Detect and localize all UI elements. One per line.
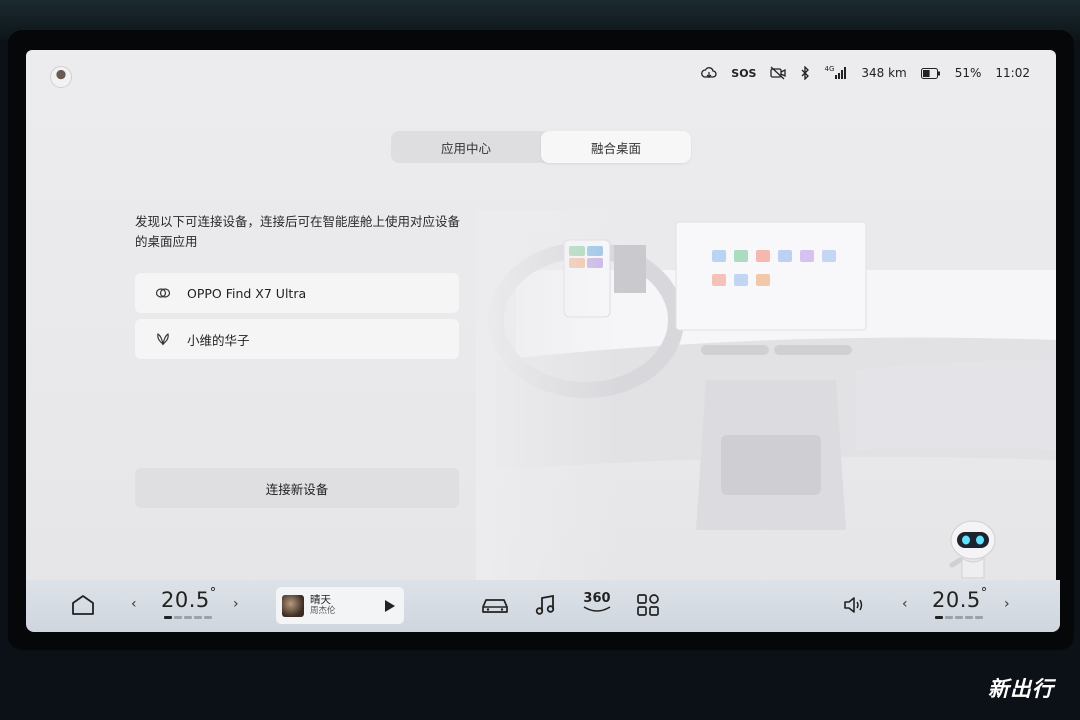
signal-label: 4G	[824, 65, 835, 73]
device-item-huawei[interactable]: 小维的华子	[135, 319, 459, 359]
device-item-oppo[interactable]: OPPO Find X7 Ultra	[135, 273, 459, 313]
camera-off-icon[interactable]	[770, 66, 787, 80]
range-text: 348 km	[861, 66, 907, 80]
connect-new-device-button[interactable]: 连接新设备	[135, 468, 459, 508]
music-artist: 周杰伦	[310, 606, 336, 616]
device-name: 小维的华子	[187, 332, 250, 348]
status-bar: SOS 4G 348 km 51% 11:02	[701, 62, 1030, 84]
segmented-tabs: 应用中心 融合桌面	[391, 131, 691, 163]
user-avatar[interactable]	[50, 66, 72, 88]
infotainment-screen: SOS 4G 348 km 51% 11:02 应用中心 融合桌面 发现以下可连…	[26, 50, 1056, 580]
right-temp-down-chevron-icon[interactable]: ‹	[902, 596, 908, 612]
music-widget[interactable]: 晴天 周杰伦	[276, 587, 404, 624]
left-temp-value: 20.5	[161, 588, 210, 612]
volume-icon[interactable]	[842, 595, 866, 615]
left-temp-up-chevron-icon[interactable]: ›	[233, 596, 239, 612]
description-text: 发现以下可连接设备，连接后可在智能座舱上使用对应设备的桌面应用	[135, 214, 461, 249]
left-temp-down-chevron-icon[interactable]: ‹	[131, 596, 137, 612]
battery-icon	[920, 67, 941, 79]
album-cover	[282, 594, 304, 617]
car-icon[interactable]	[480, 595, 510, 615]
right-temp-indicator	[935, 616, 983, 619]
play-icon[interactable]	[384, 598, 396, 617]
signal-icon: 4G	[824, 65, 847, 79]
home-icon[interactable]	[70, 593, 96, 617]
watermark-logo: 新出行	[988, 677, 1054, 701]
oppo-logo-icon	[155, 285, 171, 301]
degree-sign: °	[980, 586, 988, 601]
device-name: OPPO Find X7 Ultra	[187, 285, 307, 301]
sos-label[interactable]: SOS	[731, 67, 756, 80]
tab-fusion-desktop[interactable]: 融合桌面	[541, 131, 691, 163]
battery-percent: 51%	[954, 66, 982, 80]
music-title: 晴天	[310, 594, 331, 606]
right-temp-value: 20.5	[932, 588, 981, 612]
tab-app-center[interactable]: 应用中心	[391, 131, 541, 163]
huawei-logo-icon	[155, 331, 171, 347]
degree-sign: °	[209, 586, 217, 601]
bottom-dock: ‹ 20.5° › 晴天 周杰伦 360 ‹ 20.5° ›	[26, 580, 1060, 632]
camera-360-label: 360	[583, 591, 611, 606]
clock: 11:02	[995, 66, 1030, 80]
apps-grid-icon[interactable]	[636, 593, 660, 617]
left-temperature[interactable]: 20.5°	[161, 586, 217, 612]
left-temp-indicator	[164, 616, 212, 619]
right-temperature[interactable]: 20.5°	[932, 586, 988, 612]
right-temp-up-chevron-icon[interactable]: ›	[1004, 596, 1010, 612]
assistant-robot-icon[interactable]	[938, 510, 1008, 580]
cloud-icon[interactable]	[701, 66, 717, 80]
music-note-icon[interactable]	[533, 593, 557, 617]
camera-360-icon[interactable]: 360	[582, 592, 612, 614]
bluetooth-icon[interactable]	[800, 66, 810, 80]
